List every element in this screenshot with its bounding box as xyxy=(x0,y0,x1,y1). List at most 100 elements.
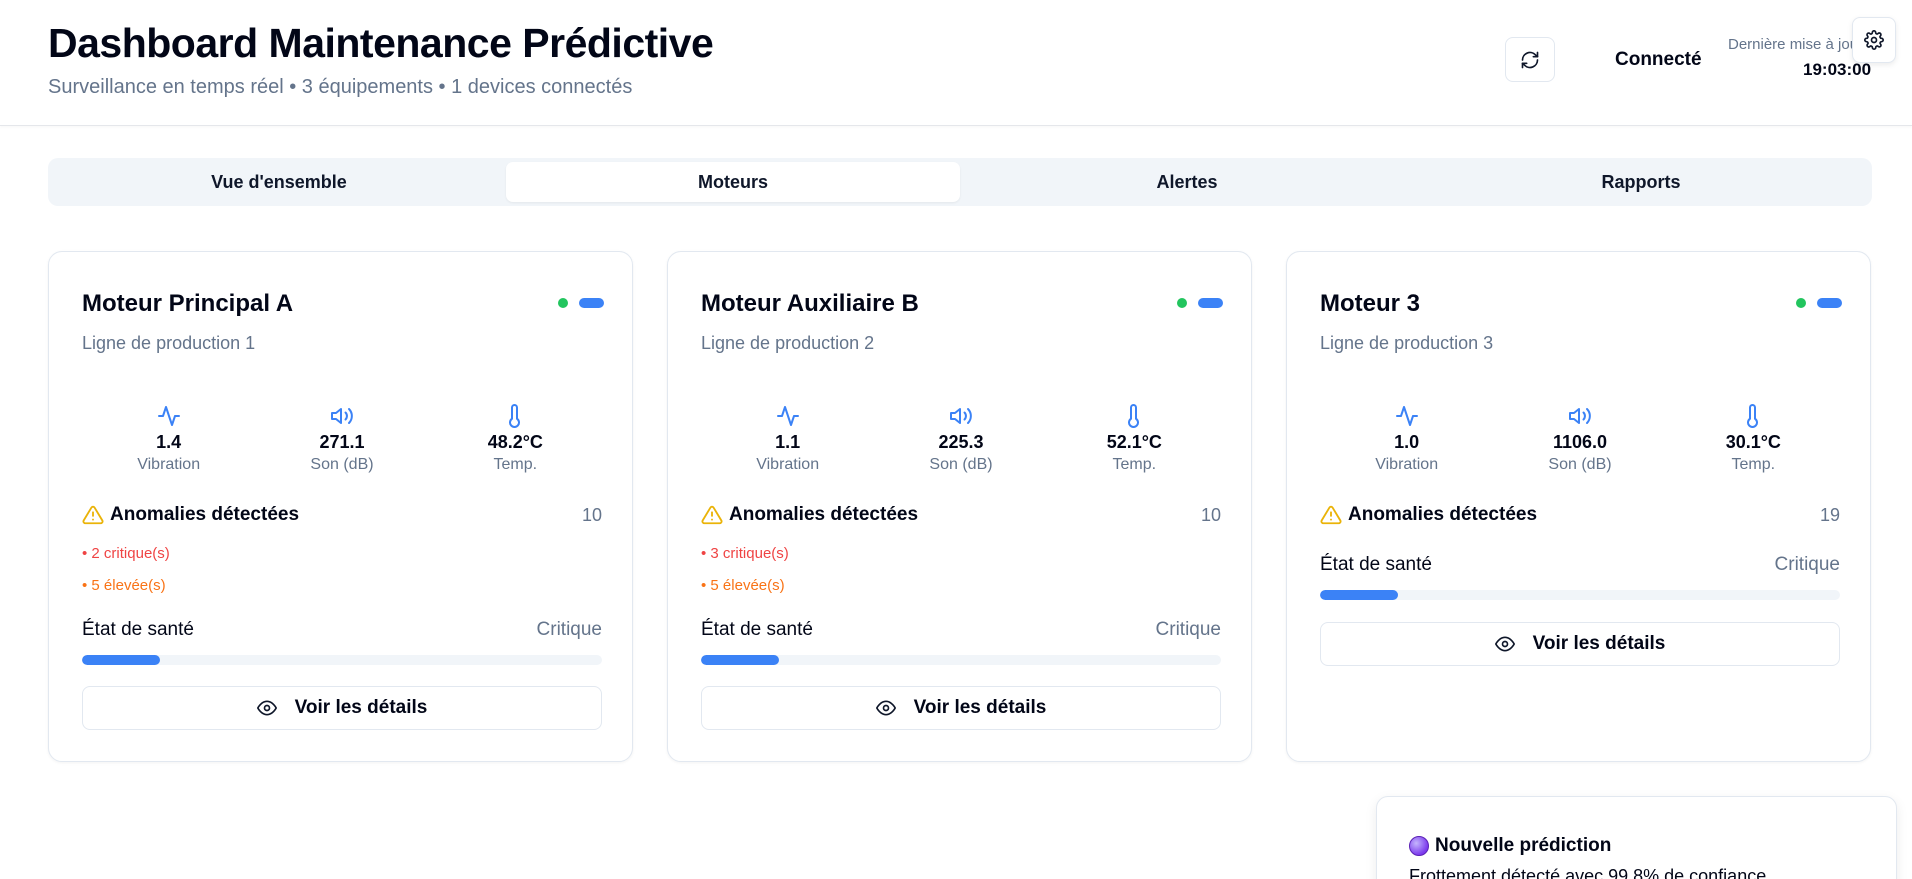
volume-icon xyxy=(330,408,353,424)
status-badge xyxy=(1198,298,1223,308)
metric-temp: 48.2°C Temp. xyxy=(429,404,602,474)
toast-title: Nouvelle prédiction xyxy=(1435,835,1612,856)
health-bar xyxy=(82,655,602,665)
temp-value: 52.1°C xyxy=(1106,432,1162,452)
anomalies-header: Anomalies détectées 10 xyxy=(701,504,1221,526)
activity-icon xyxy=(157,406,180,426)
metric-sound: 271.1 Son (dB) xyxy=(255,404,428,474)
health-bar-fill xyxy=(701,655,779,665)
refresh-icon xyxy=(1521,51,1539,68)
settings-button[interactable] xyxy=(1852,17,1896,63)
status-badge xyxy=(579,298,604,308)
toast-title-row: Nouvelle prédiction xyxy=(1409,835,1611,857)
health-bar xyxy=(1320,590,1840,600)
toast-message: Frottement détecté avec 99.8% de confian… xyxy=(1409,866,1767,879)
eye-icon xyxy=(256,700,277,716)
motor-name: Moteur Principal A xyxy=(82,290,294,317)
temp-label: Temp. xyxy=(1112,456,1157,473)
metric-sound: 1106.0 Son (dB) xyxy=(1493,404,1666,474)
anomalies-count: 19 xyxy=(1819,504,1840,525)
temp-label: Temp. xyxy=(1731,456,1776,473)
page-subtitle: Surveillance en temps réel • 3 équipemen… xyxy=(48,76,633,98)
metric-vibration: 1.1 Vibration xyxy=(701,404,874,474)
motor-name: Moteur Auxiliaire B xyxy=(701,290,919,317)
volume-icon xyxy=(949,408,972,424)
health-row: État de santé Critique xyxy=(1320,554,1840,576)
tab-overview[interactable]: Vue d'ensemble xyxy=(52,162,506,202)
high-count: • 5 élevée(s) xyxy=(82,577,166,594)
vibration-label: Vibration xyxy=(137,456,201,473)
anomalies-header: Anomalies détectées 19 xyxy=(1320,504,1840,526)
anomalies-count: 10 xyxy=(581,504,602,525)
page-title: Dashboard Maintenance Prédictive xyxy=(48,20,714,66)
online-indicator xyxy=(1796,298,1806,308)
thermometer-icon xyxy=(509,404,521,428)
sound-value: 1106.0 xyxy=(1552,432,1608,452)
tab-bar: Vue d'ensemble Moteurs Alertes Rapports xyxy=(48,158,1872,206)
thermometer-icon xyxy=(1747,404,1759,428)
view-details-label: Voir les détails xyxy=(913,697,1047,718)
critical-count: • 2 critique(s) xyxy=(82,545,170,562)
view-details-label: Voir les détails xyxy=(294,697,428,718)
motor-name: Moteur 3 xyxy=(1320,290,1421,317)
critical-count: • 3 critique(s) xyxy=(701,545,789,562)
thermometer-icon xyxy=(1128,404,1140,428)
online-indicator xyxy=(558,298,568,308)
crystal-ball-icon xyxy=(1409,836,1429,856)
anomalies-title: Anomalies détectées xyxy=(729,504,919,525)
sound-label: Son (dB) xyxy=(310,456,374,473)
tab-reports[interactable]: Rapports xyxy=(1414,162,1868,202)
temp-value: 30.1°C xyxy=(1725,432,1781,452)
eye-icon xyxy=(875,700,896,716)
motor-card: Moteur Auxiliaire B Ligne de production … xyxy=(667,251,1252,762)
metric-temp: 52.1°C Temp. xyxy=(1048,404,1221,474)
temp-label: Temp. xyxy=(493,456,538,473)
metrics-row: 1.0 Vibration 1106.0 Son (dB) 30.1°C Tem… xyxy=(1320,404,1840,474)
temp-value: 48.2°C xyxy=(487,432,543,452)
online-indicator xyxy=(1177,298,1187,308)
prediction-toast[interactable]: Nouvelle prédiction Frottement détecté a… xyxy=(1376,796,1897,879)
health-value: Critique xyxy=(1155,619,1221,640)
header: Dashboard Maintenance Prédictive Surveil… xyxy=(0,0,1912,126)
view-details-button[interactable]: Voir les détails xyxy=(1320,622,1840,666)
activity-icon xyxy=(1395,406,1418,426)
health-label: État de santé xyxy=(82,619,194,640)
sound-label: Son (dB) xyxy=(1548,456,1612,473)
refresh-button[interactable] xyxy=(1505,37,1555,82)
view-details-button[interactable]: Voir les détails xyxy=(701,686,1221,730)
vibration-label: Vibration xyxy=(756,456,820,473)
vibration-value: 1.1 xyxy=(775,432,801,452)
tab-motors[interactable]: Moteurs xyxy=(506,162,960,202)
warning-icon xyxy=(701,505,723,525)
health-bar xyxy=(701,655,1221,665)
activity-icon xyxy=(776,406,799,426)
health-value: Critique xyxy=(1774,554,1840,575)
volume-icon xyxy=(1568,408,1591,424)
health-value: Critique xyxy=(536,619,602,640)
connection-status: Connecté xyxy=(1615,49,1702,70)
health-row: État de santé Critique xyxy=(82,619,602,641)
anomalies-header: Anomalies détectées 10 xyxy=(82,504,602,526)
metrics-row: 1.1 Vibration 225.3 Son (dB) 52.1°C Temp… xyxy=(701,404,1221,474)
last-update-label: Dernière mise à jour xyxy=(1728,36,1864,53)
anomalies-count: 10 xyxy=(1200,504,1221,525)
sound-label: Son (dB) xyxy=(929,456,993,473)
sound-value: 271.1 xyxy=(319,432,365,452)
production-line: Ligne de production 3 xyxy=(1320,333,1494,353)
view-details-label: Voir les détails xyxy=(1532,633,1666,654)
warning-icon xyxy=(1320,505,1342,525)
gear-icon xyxy=(1864,30,1884,50)
eye-icon xyxy=(1494,636,1515,652)
production-line: Ligne de production 1 xyxy=(82,333,256,353)
metrics-row: 1.4 Vibration 271.1 Son (dB) 48.2°C Temp… xyxy=(82,404,602,474)
health-row: État de santé Critique xyxy=(701,619,1221,641)
health-label: État de santé xyxy=(701,619,813,640)
metric-vibration: 1.0 Vibration xyxy=(1320,404,1493,474)
view-details-button[interactable]: Voir les détails xyxy=(82,686,602,730)
tab-alerts[interactable]: Alertes xyxy=(960,162,1414,202)
motor-card: Moteur Principal A Ligne de production 1… xyxy=(48,251,633,762)
anomalies-title: Anomalies détectées xyxy=(110,504,300,525)
vibration-value: 1.0 xyxy=(1394,432,1420,452)
high-count: • 5 élevée(s) xyxy=(701,577,785,594)
metric-sound: 225.3 Son (dB) xyxy=(874,404,1047,474)
